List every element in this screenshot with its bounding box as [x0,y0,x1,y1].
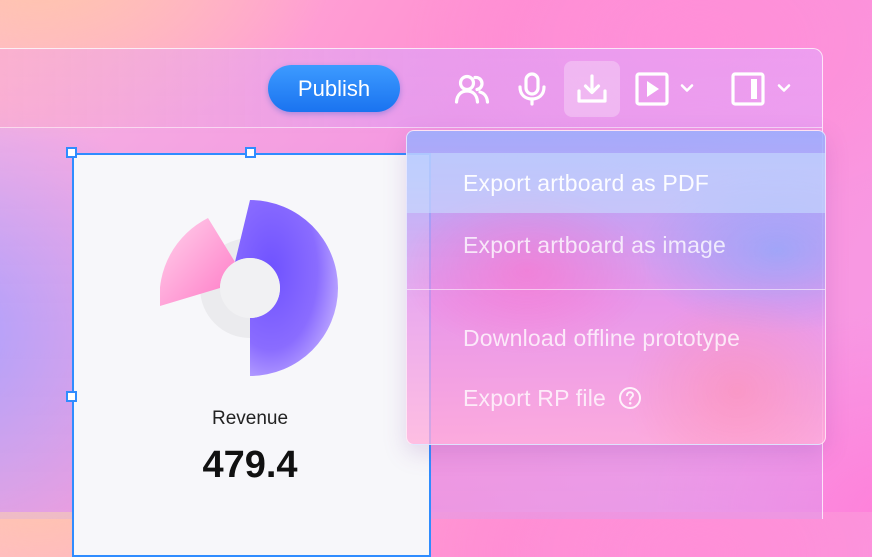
resize-handle-top-left[interactable] [66,147,77,158]
chevron-down-icon [680,84,694,92]
menu-item-export-pdf[interactable]: Export artboard as PDF [407,153,825,213]
export-dropdown-menu: Export artboard as PDF Export artboard a… [406,130,826,445]
menu-divider [407,289,825,290]
play-icon [635,72,669,106]
microphone-icon [518,72,546,106]
revenue-donut-chart [160,200,338,376]
chevron-down-icon [777,84,791,92]
top-toolbar: Publish [0,49,822,128]
menu-item-export-rp[interactable]: Export RP file [407,368,825,428]
metric-value: 479.4 [202,444,298,486]
share-users-button[interactable] [452,71,492,107]
download-icon [577,74,607,103]
menu-item-label: Export RP file [463,384,606,411]
panel-toggle-button[interactable] [730,71,766,107]
help-icon[interactable] [618,386,642,410]
menu-item-label: Export artboard as PDF [463,169,710,196]
preview-dropdown-toggle[interactable] [678,79,696,97]
publish-button[interactable]: Publish [268,65,400,112]
users-icon [454,74,490,104]
resize-handle-middle-left[interactable] [66,391,77,402]
download-button[interactable] [564,61,620,117]
menu-item-label: Export artboard as image [463,231,727,258]
microphone-button[interactable] [514,71,550,107]
preview-button[interactable] [634,71,670,107]
menu-item-download-offline[interactable]: Download offline prototype [407,308,825,368]
menu-item-export-image[interactable]: Export artboard as image [407,215,825,275]
resize-handle-top-middle[interactable] [245,147,256,158]
menu-item-label: Download offline prototype [463,324,741,351]
panel-dropdown-toggle[interactable] [775,79,793,97]
panel-icon [731,72,765,106]
metric-label: Revenue [211,408,289,429]
donut-hole [220,258,280,318]
